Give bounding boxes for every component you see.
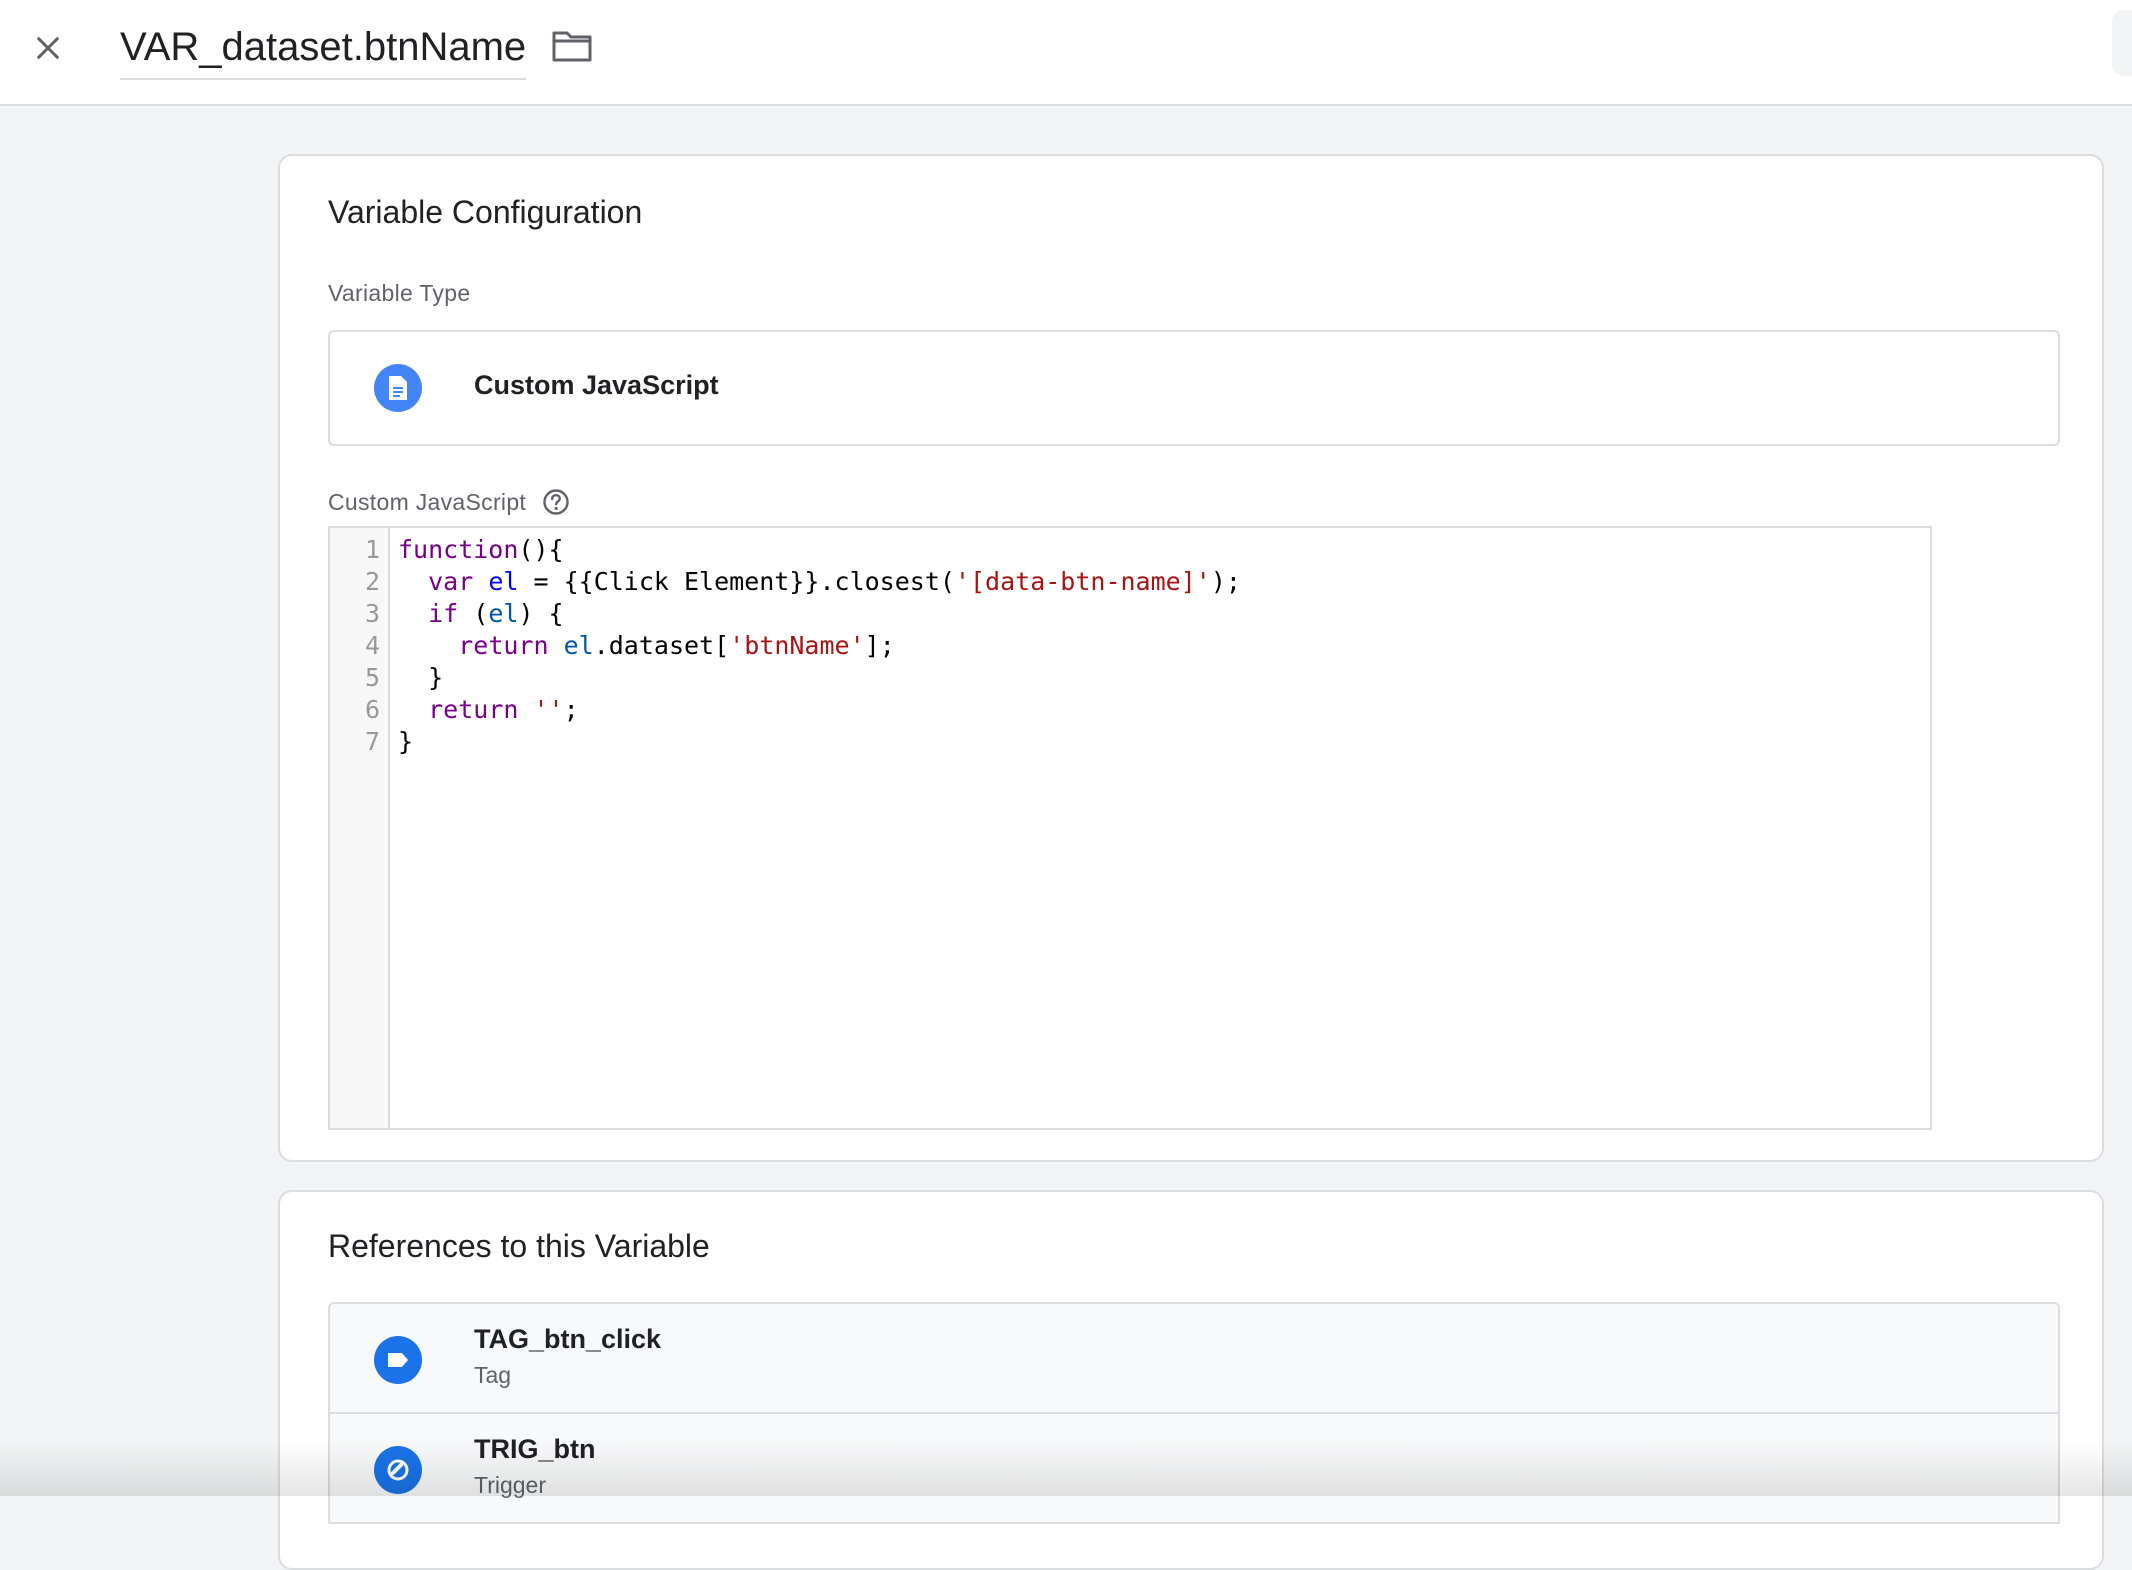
code-line: if (el) { [428, 599, 564, 628]
line-number: 3 [364, 599, 380, 628]
code-line: } [398, 727, 414, 756]
variable-type-label: Variable Type [328, 280, 471, 306]
reference-name: TRIG_btn [474, 1434, 596, 1464]
code-line: } [398, 663, 444, 692]
line-number: 5 [364, 663, 380, 692]
help-icon[interactable] [542, 488, 570, 516]
variable-name-field[interactable]: VAR_dataset.btnName [120, 18, 527, 80]
line-number: 4 [364, 631, 380, 660]
code-editor[interactable]: 1 2 3 4 5 6 7 function(){ var el = {{Cli… [328, 526, 1932, 1130]
side-panel-handle[interactable] [2112, 10, 2132, 76]
line-number: 2 [364, 567, 380, 596]
variable-type-selector[interactable]: Custom JavaScript [328, 330, 2060, 446]
document-icon [374, 364, 422, 412]
line-number: 1 [364, 535, 380, 564]
close-icon [37, 37, 59, 59]
reference-name: TAG_btn_click [474, 1324, 662, 1354]
trigger-icon [374, 1446, 422, 1494]
folder-button[interactable] [546, 24, 598, 68]
custom-javascript-label-text: Custom JavaScript [328, 488, 527, 515]
variable-type-name: Custom JavaScript [474, 370, 719, 400]
tag-icon [374, 1336, 422, 1384]
reference-row-tag[interactable]: TAG_btn_click Tag [328, 1302, 2060, 1414]
line-number-gutter: 1 2 3 4 5 6 7 [330, 528, 390, 1128]
card-title: References to this Variable [328, 1228, 710, 1264]
close-button[interactable] [20, 20, 76, 76]
code-line: return el.dataset['btnName']; [458, 631, 895, 660]
reference-row-trigger[interactable]: TRIG_btn Trigger [328, 1412, 2060, 1524]
line-number: 7 [364, 727, 380, 756]
reference-type: Tag [474, 1362, 512, 1388]
line-number: 6 [364, 695, 380, 724]
top-bar: VAR_dataset.btnName [0, 0, 2132, 106]
code-line: return ''; [428, 695, 579, 724]
code-line: var el = {{Click Element}}.closest('[dat… [428, 567, 1241, 596]
code-line: function(){ [398, 535, 564, 564]
folder-icon [552, 31, 592, 62]
references-card: References to this Variable TAG_btn_clic… [278, 1190, 2104, 1570]
variable-configuration-card: Variable Configuration Variable Type Cus… [278, 154, 2104, 1162]
custom-javascript-label: Custom JavaScript [328, 488, 570, 516]
reference-type: Trigger [474, 1472, 546, 1498]
card-title: Variable Configuration [328, 194, 643, 230]
